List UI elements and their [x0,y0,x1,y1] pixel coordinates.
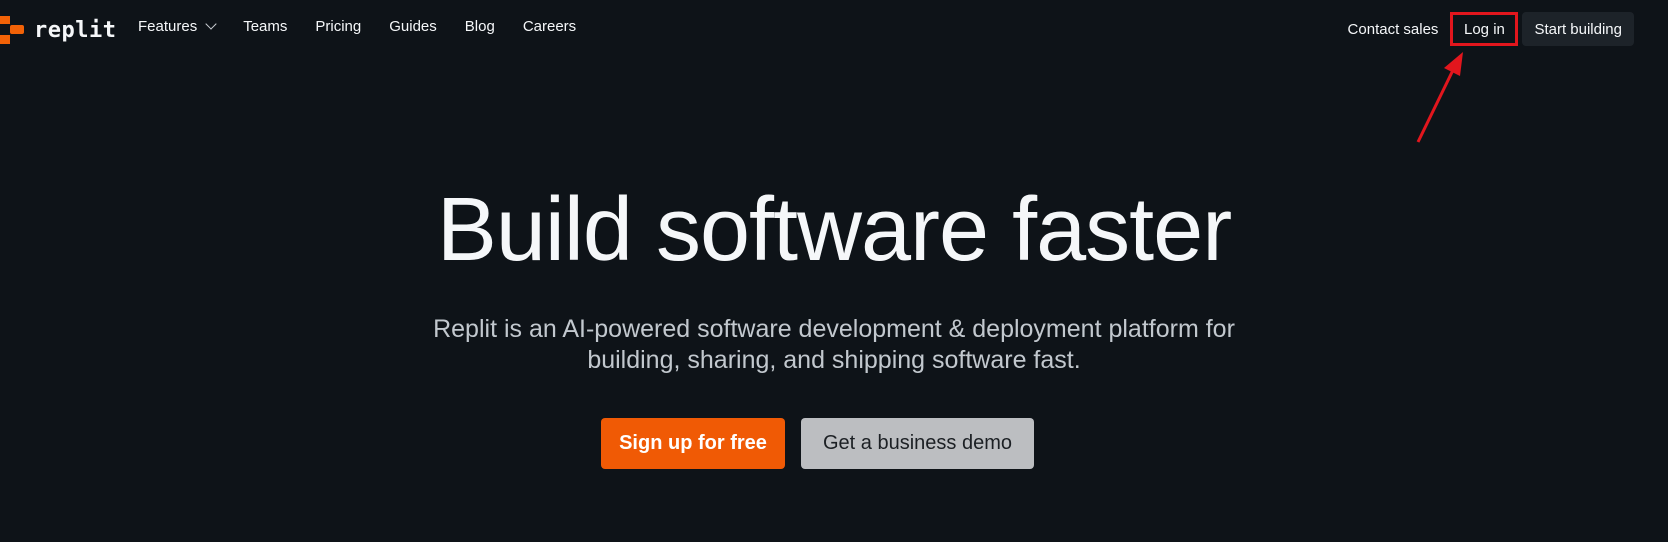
business-demo-label: Get a business demo [823,432,1012,454]
nav-item-features[interactable]: Features [138,18,217,35]
start-building-button[interactable]: Start building [1522,12,1634,46]
hero-title: Build software faster [436,180,1232,280]
nav-item-careers[interactable]: Careers [523,18,576,35]
business-demo-button[interactable]: Get a business demo [801,418,1034,469]
chevron-down-icon [205,18,217,30]
nav-links: Features Teams Pricing Guides Blog Caree… [138,18,604,35]
replit-logo-icon [0,16,24,44]
login-button-label: Log in [1464,20,1505,38]
nav-actions: Contact sales Log in Start building [1348,12,1634,46]
signup-button[interactable]: Sign up for free [601,418,785,469]
replit-logo[interactable]: replit [0,16,116,44]
signup-button-label: Sign up for free [619,432,767,454]
arrow-icon [1416,52,1463,143]
nav-item-features-label: Features [138,18,198,35]
nav-item-teams[interactable]: Teams [243,18,287,35]
login-button[interactable]: Log in [1450,12,1519,46]
contact-sales-link[interactable]: Contact sales [1348,21,1439,38]
nav-item-blog[interactable]: Blog [465,18,495,35]
nav-item-pricing[interactable]: Pricing [315,18,361,35]
start-building-label: Start building [1534,20,1622,38]
logo-text: replit [34,17,117,43]
hero-subtitle: Replit is an AI-powered software develop… [384,314,1284,376]
hero-subtitle-line-1: Replit is an AI-powered software develop… [433,315,1235,343]
hero-subtitle-line-2: building, sharing, and shipping software… [587,346,1081,374]
nav-item-guides[interactable]: Guides [389,18,437,35]
